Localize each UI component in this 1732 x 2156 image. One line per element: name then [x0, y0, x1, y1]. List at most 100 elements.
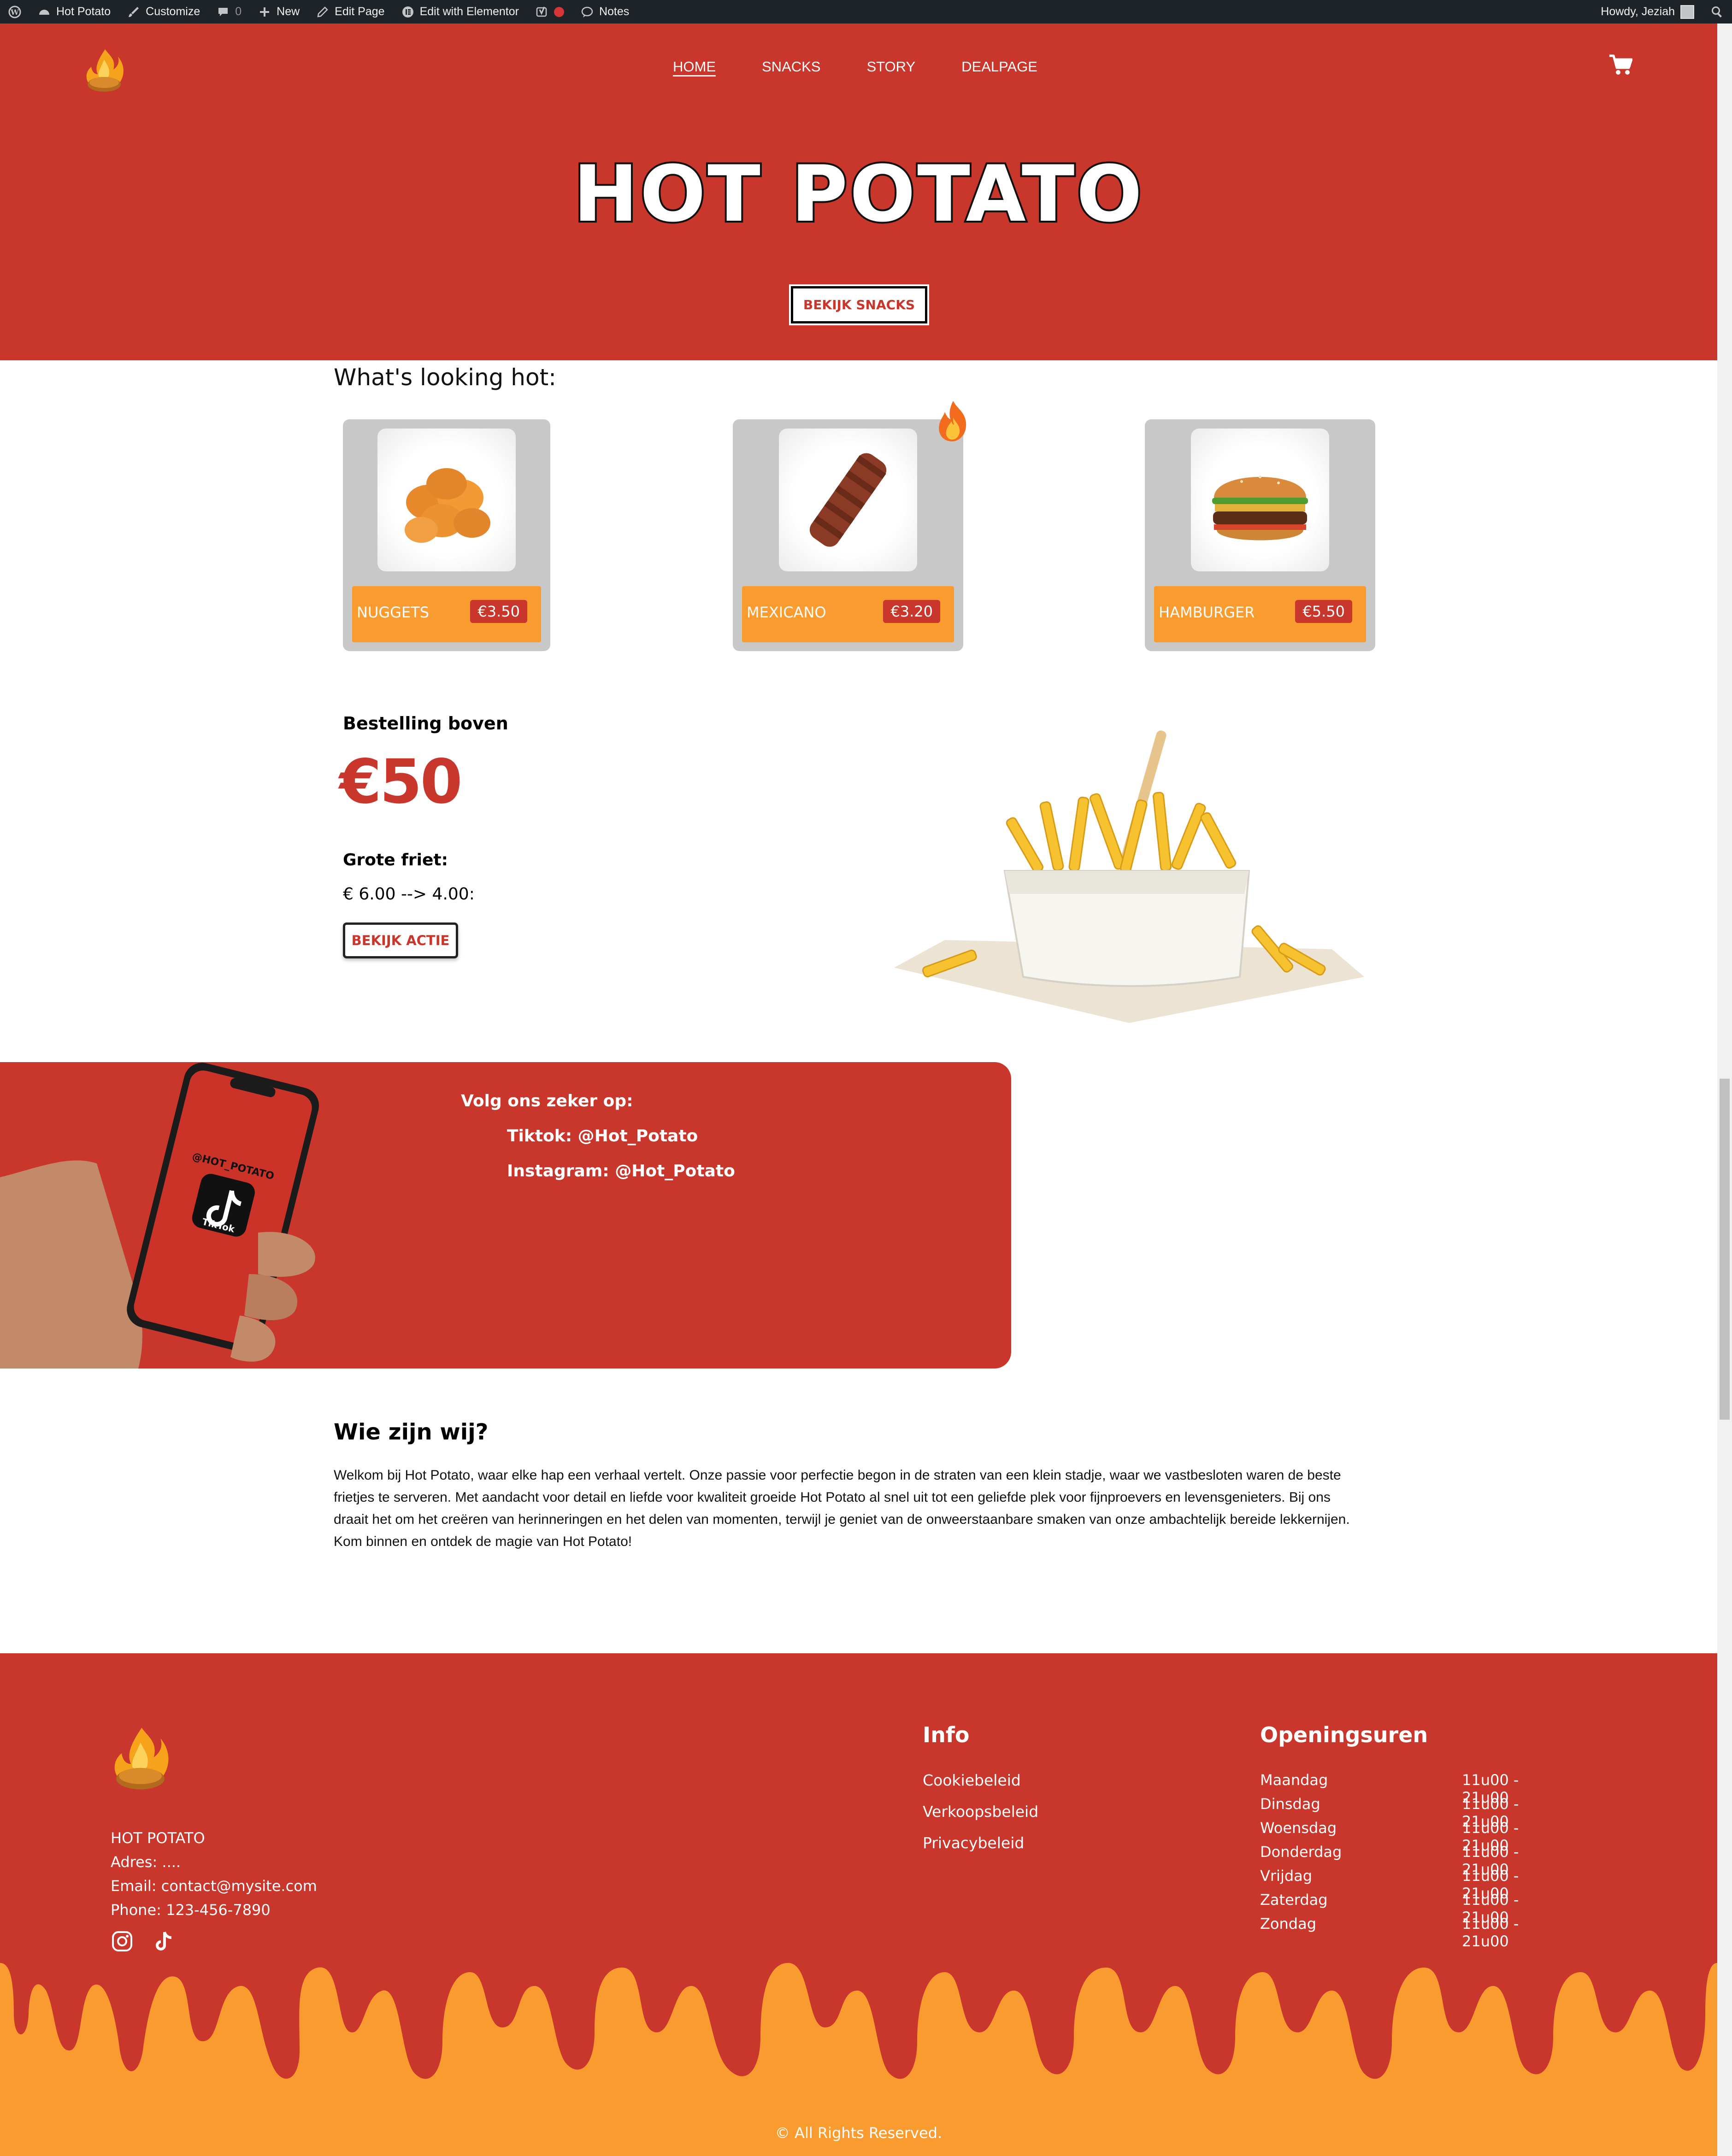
deal-amount: €50	[339, 746, 463, 817]
product-name: NUGGETS	[357, 604, 430, 621]
hours-day: Dinsdag	[1260, 1795, 1320, 1813]
hot-potato-logo[interactable]	[83, 46, 126, 96]
site-name-link[interactable]: Hot Potato	[29, 0, 119, 23]
product-image	[1191, 429, 1329, 571]
wordpress-icon: W	[8, 6, 21, 18]
howdy-label: Howdy, Jeziah	[1601, 5, 1675, 18]
view-deal-button[interactable]: BEKIJK ACTIE	[343, 922, 458, 958]
brush-icon	[127, 6, 140, 18]
comment-icon	[217, 6, 230, 18]
social-title: Volg ons zeker op:	[461, 1092, 633, 1110]
footer-phone: Phone: 123-456-7890	[111, 1901, 271, 1919]
product-name: HAMBURGER	[1159, 604, 1255, 621]
comments-link[interactable]: 0	[208, 0, 250, 23]
scrollbar-thumb[interactable]	[1720, 1079, 1730, 1420]
site-footer: HOT POTATO Adres: .... Email: contact@my…	[0, 1653, 1717, 2156]
flame-icon	[939, 401, 966, 441]
main-nav: HOME SNACKS STORY DEALPAGE	[673, 59, 1084, 75]
hours-row: Dinsdag 11u00 - 21u00	[1260, 1795, 1560, 1830]
nuggets-image	[405, 468, 490, 543]
product-bar: HAMBURGER €5.50	[1154, 586, 1366, 642]
elementor-icon	[401, 6, 414, 18]
view-snacks-button[interactable]: BEKIJK SNACKS	[791, 286, 927, 323]
phone-hand-image: @HOT_POTATO TikTok	[0, 1063, 319, 1369]
product-price: €5.50	[1295, 600, 1352, 623]
new-label: New	[277, 5, 300, 18]
privacy-policy-link[interactable]: Privacybeleid	[923, 1834, 1024, 1852]
yoast-icon	[536, 6, 548, 18]
opening-hours-title: Openingsuren	[1260, 1722, 1428, 1747]
nav-dealpage[interactable]: DEALPAGE	[961, 59, 1037, 75]
hours-row: Vrijdag 11u00 - 21u00	[1260, 1867, 1560, 1902]
footer-address: Adres: ....	[111, 1853, 181, 1871]
hours-day: Maandag	[1260, 1771, 1328, 1789]
customize-link[interactable]: Customize	[119, 0, 208, 23]
page-scrollbar[interactable]	[1717, 23, 1732, 2156]
comments-count: 0	[235, 5, 242, 18]
cookie-policy-link[interactable]: Cookiebeleid	[923, 1771, 1021, 1789]
deal-price: € 6.00 --> 4.00:	[343, 885, 475, 904]
account-menu[interactable]: Howdy, Jeziah	[1592, 0, 1703, 23]
wp-admin-bar: W Hot Potato Customize 0 New Edit Page E…	[0, 0, 1732, 23]
pencil-icon	[316, 6, 329, 18]
footer-email[interactable]: Email: contact@mysite.com	[111, 1877, 317, 1895]
plus-icon	[258, 6, 271, 18]
edit-page-link[interactable]: Edit Page	[308, 0, 393, 23]
hours-row: Maandag 11u00 - 21u00	[1260, 1771, 1560, 1806]
admin-search-button[interactable]	[1703, 0, 1732, 23]
yoast-seo-link[interactable]	[527, 0, 572, 23]
seo-status-dot	[554, 6, 564, 17]
hero-title: HOT POTATO	[571, 147, 1144, 241]
deal-label: Bestelling boven	[343, 713, 508, 734]
edit-page-label: Edit Page	[335, 5, 385, 18]
product-card[interactable]: MEXICANO €3.20	[733, 419, 963, 651]
hot-section-title: What's looking hot:	[334, 364, 557, 391]
tiktok-icon[interactable]	[152, 1930, 175, 1953]
cart-icon[interactable]	[1608, 54, 1632, 76]
product-image	[779, 429, 917, 571]
nav-home[interactable]: HOME	[673, 59, 716, 75]
wordpress-logo-button[interactable]: W	[0, 0, 29, 23]
hours-day: Donderdag	[1260, 1843, 1342, 1861]
about-title: Wie zijn wij?	[334, 1419, 489, 1445]
hero-section: HOME SNACKS STORY DEALPAGE HOT POTATO BE…	[0, 23, 1717, 360]
edit-elementor-link[interactable]: Edit with Elementor	[393, 0, 527, 23]
product-price: €3.50	[470, 600, 527, 623]
hours-day: Woensdag	[1260, 1819, 1337, 1837]
hours-day: Zaterdag	[1260, 1891, 1328, 1909]
avatar	[1680, 5, 1694, 19]
hours-row: Donderdag 11u00 - 21u00	[1260, 1843, 1560, 1878]
social-section: @HOT_POTATO TikTok Volg ons zeker op: Ti…	[0, 1062, 1011, 1369]
dashboard-icon	[38, 6, 51, 18]
svg-text:W: W	[10, 8, 19, 17]
nav-snacks[interactable]: SNACKS	[762, 59, 820, 75]
hours-row: Zondag 11u00 - 21u00	[1260, 1915, 1560, 1950]
instagram-icon[interactable]	[111, 1930, 134, 1953]
product-price: €3.20	[883, 600, 940, 623]
fries-image	[894, 730, 1364, 1023]
notes-label: Notes	[599, 5, 630, 18]
deal-subtitle: Grote friet:	[343, 851, 448, 869]
hours-day: Zondag	[1260, 1915, 1317, 1933]
instagram-handle[interactable]: Instagram: @Hot_Potato	[507, 1162, 735, 1181]
product-card[interactable]: NUGGETS €3.50	[343, 419, 550, 651]
copyright: © All Rights Reserved.	[775, 2124, 943, 2142]
notes-link[interactable]: Notes	[572, 0, 637, 23]
edit-elementor-label: Edit with Elementor	[419, 5, 519, 18]
sales-policy-link[interactable]: Verkoopsbeleid	[923, 1803, 1038, 1821]
hours-row: Zaterdag 11u00 - 21u00	[1260, 1891, 1560, 1926]
nav-story[interactable]: STORY	[866, 59, 915, 75]
product-bar: NUGGETS €3.50	[352, 586, 541, 642]
search-icon	[1711, 6, 1724, 18]
notes-icon	[581, 6, 594, 18]
tiktok-handle[interactable]: Tiktok: @Hot_Potato	[507, 1127, 698, 1146]
new-content-link[interactable]: New	[250, 0, 308, 23]
customize-label: Customize	[146, 5, 200, 18]
product-name: MEXICANO	[747, 604, 826, 621]
product-bar: MEXICANO €3.20	[742, 586, 954, 642]
product-image	[377, 429, 516, 571]
hours-time: 11u00 - 21u00	[1462, 1915, 1519, 1950]
hamburger-image	[1212, 476, 1308, 540]
product-card[interactable]: HAMBURGER €5.50	[1145, 419, 1375, 651]
hot-potato-logo	[114, 1727, 169, 1790]
